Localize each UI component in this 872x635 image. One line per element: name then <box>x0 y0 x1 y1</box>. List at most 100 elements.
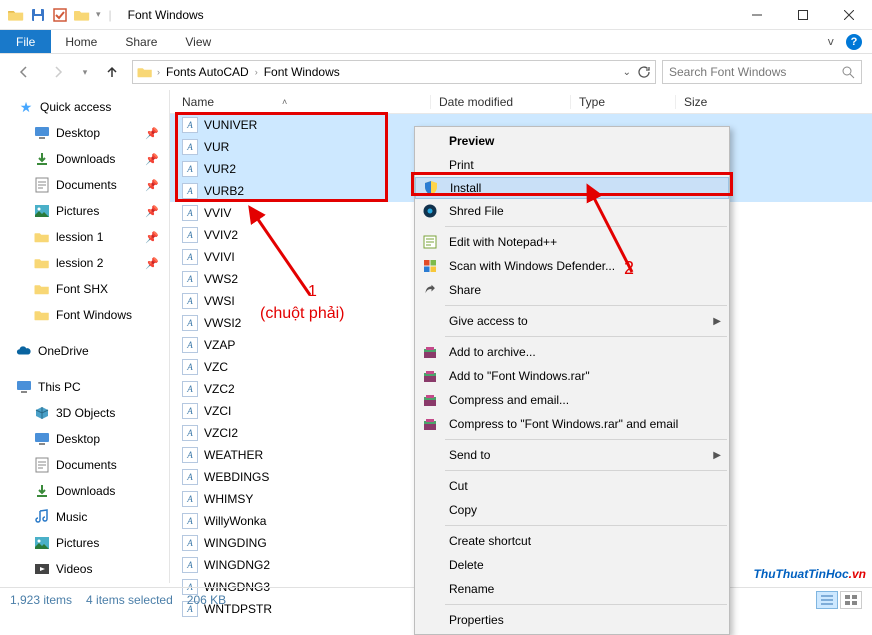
file-tab[interactable]: File <box>0 30 51 53</box>
checkbox-icon[interactable] <box>52 7 68 23</box>
file-name: VZC2 <box>204 382 235 396</box>
onedrive[interactable]: OneDrive <box>0 338 169 364</box>
ctx-cut[interactable]: Cut <box>415 474 729 498</box>
ctx-install[interactable]: Install <box>415 177 729 199</box>
nav-item[interactable]: Local Disk (C:) <box>0 582 169 583</box>
ctx-print[interactable]: Print <box>415 153 729 177</box>
column-headers[interactable]: Name˄ Date modified Type Size <box>170 90 872 114</box>
maximize-button[interactable] <box>780 0 826 30</box>
col-date[interactable]: Date modified <box>430 95 570 109</box>
tab-home[interactable]: Home <box>51 30 111 53</box>
font-file-icon: A <box>182 469 198 485</box>
ctx-properties[interactable]: Properties <box>415 608 729 632</box>
ctx-give-access[interactable]: Give access to▶ <box>415 309 729 333</box>
nav-item[interactable]: Pictures📌 <box>0 198 169 224</box>
pc-icon <box>16 379 32 395</box>
ctx-archive[interactable]: Add to archive... <box>415 340 729 364</box>
chevron-right-icon[interactable]: › <box>255 67 258 77</box>
folder-icon <box>34 281 50 297</box>
ctx-delete[interactable]: Delete <box>415 553 729 577</box>
nav-item[interactable]: 3D Objects <box>0 400 169 426</box>
col-size[interactable]: Size <box>675 95 755 109</box>
nav-label: Desktop <box>56 126 100 140</box>
ctx-preview[interactable]: Preview <box>415 129 729 153</box>
ctx-archive-name[interactable]: Add to "Font Windows.rar" <box>415 364 729 388</box>
file-name: WillyWonka <box>204 514 266 528</box>
pin-icon: 📌 <box>145 179 159 192</box>
nav-pane[interactable]: ★ Quick access Desktop📌Downloads📌Documen… <box>0 90 170 583</box>
nav-item[interactable]: lession 1📌 <box>0 224 169 250</box>
back-button[interactable] <box>10 58 38 86</box>
col-name[interactable]: Name <box>182 95 214 109</box>
font-file-icon: A <box>182 337 198 353</box>
folder-icon-small[interactable] <box>74 7 90 23</box>
nav-item[interactable]: Font Windows <box>0 302 169 328</box>
tab-view[interactable]: View <box>171 30 225 53</box>
ctx-defender[interactable]: Scan with Windows Defender... <box>415 254 729 278</box>
ctx-compress-email[interactable]: Compress and email... <box>415 388 729 412</box>
nav-item[interactable]: Documents <box>0 452 169 478</box>
breadcrumb-item[interactable]: Fonts AutoCAD <box>164 65 251 79</box>
nav-item[interactable]: Desktop📌 <box>0 120 169 146</box>
nav-label: Documents <box>56 178 117 192</box>
ctx-send-to[interactable]: Send to▶ <box>415 443 729 467</box>
status-selected: 4 items selected <box>86 593 173 607</box>
nav-item[interactable]: lession 2📌 <box>0 250 169 276</box>
ribbon-expand-icon[interactable]: ⅴ <box>827 35 834 48</box>
ctx-notepad[interactable]: Edit with Notepad++ <box>415 230 729 254</box>
file-name: VUR2 <box>204 162 236 176</box>
ctx-share[interactable]: Share <box>415 278 729 302</box>
nav-item[interactable]: Videos <box>0 556 169 582</box>
status-count: 1,923 items <box>10 593 72 607</box>
this-pc[interactable]: This PC <box>0 374 169 400</box>
qat-dropdown-icon[interactable]: ▾ <box>96 9 101 20</box>
context-menu: Preview Print Install Shred File Edit wi… <box>414 126 730 635</box>
recent-button[interactable]: ▾ <box>78 58 92 86</box>
font-file-icon: A <box>182 205 198 221</box>
nav-item[interactable]: Downloads <box>0 478 169 504</box>
ctx-shortcut[interactable]: Create shortcut <box>415 529 729 553</box>
address-bar[interactable]: › Fonts AutoCAD › Font Windows ⌄ <box>132 60 656 84</box>
shield-icon <box>422 179 440 197</box>
tab-share[interactable]: Share <box>111 30 171 53</box>
file-name: VWSI <box>204 294 235 308</box>
nav-label: lession 2 <box>56 256 103 270</box>
address-dropdown-icon[interactable]: ⌄ <box>623 67 631 78</box>
nav-item[interactable]: Desktop <box>0 426 169 452</box>
chevron-right-icon[interactable]: › <box>157 67 160 77</box>
file-name: VUNIVER <box>204 118 257 132</box>
file-name: WEBDINGS <box>204 470 269 484</box>
file-name: VVIV2 <box>204 228 238 242</box>
3d-icon <box>34 405 50 421</box>
view-details-button[interactable] <box>816 591 838 609</box>
refresh-icon[interactable] <box>637 65 651 79</box>
save-icon[interactable] <box>30 7 46 23</box>
nav-item[interactable]: Font SHX <box>0 276 169 302</box>
close-button[interactable] <box>826 0 872 30</box>
search-input[interactable]: Search Font Windows <box>662 60 862 84</box>
font-file-icon: A <box>182 117 198 133</box>
ctx-rename[interactable]: Rename <box>415 577 729 601</box>
up-button[interactable] <box>98 58 126 86</box>
nav-label: Documents <box>56 458 117 472</box>
col-type[interactable]: Type <box>570 95 675 109</box>
breadcrumb-item[interactable]: Font Windows <box>262 65 342 79</box>
nav-item[interactable]: Documents 📌 <box>0 172 169 198</box>
forward-button[interactable] <box>44 58 72 86</box>
font-file-icon: A <box>182 557 198 573</box>
ctx-shred[interactable]: Shred File <box>415 199 729 223</box>
file-name: WEATHER <box>204 448 263 462</box>
ctx-copy[interactable]: Copy <box>415 498 729 522</box>
nav-item[interactable]: Music <box>0 504 169 530</box>
ctx-compress-name-email[interactable]: Compress to "Font Windows.rar" and email <box>415 412 729 436</box>
nav-item[interactable]: Pictures <box>0 530 169 556</box>
view-icons-button[interactable] <box>840 591 862 609</box>
file-name: VZAP <box>204 338 235 352</box>
minimize-button[interactable] <box>734 0 780 30</box>
file-name: VVIV <box>204 206 231 220</box>
pin-icon: 📌 <box>145 205 159 218</box>
nav-item[interactable]: Downloads📌 <box>0 146 169 172</box>
quick-access[interactable]: ★ Quick access <box>0 94 169 120</box>
help-icon[interactable]: ? <box>846 34 862 50</box>
pin-icon: 📌 <box>145 231 159 244</box>
